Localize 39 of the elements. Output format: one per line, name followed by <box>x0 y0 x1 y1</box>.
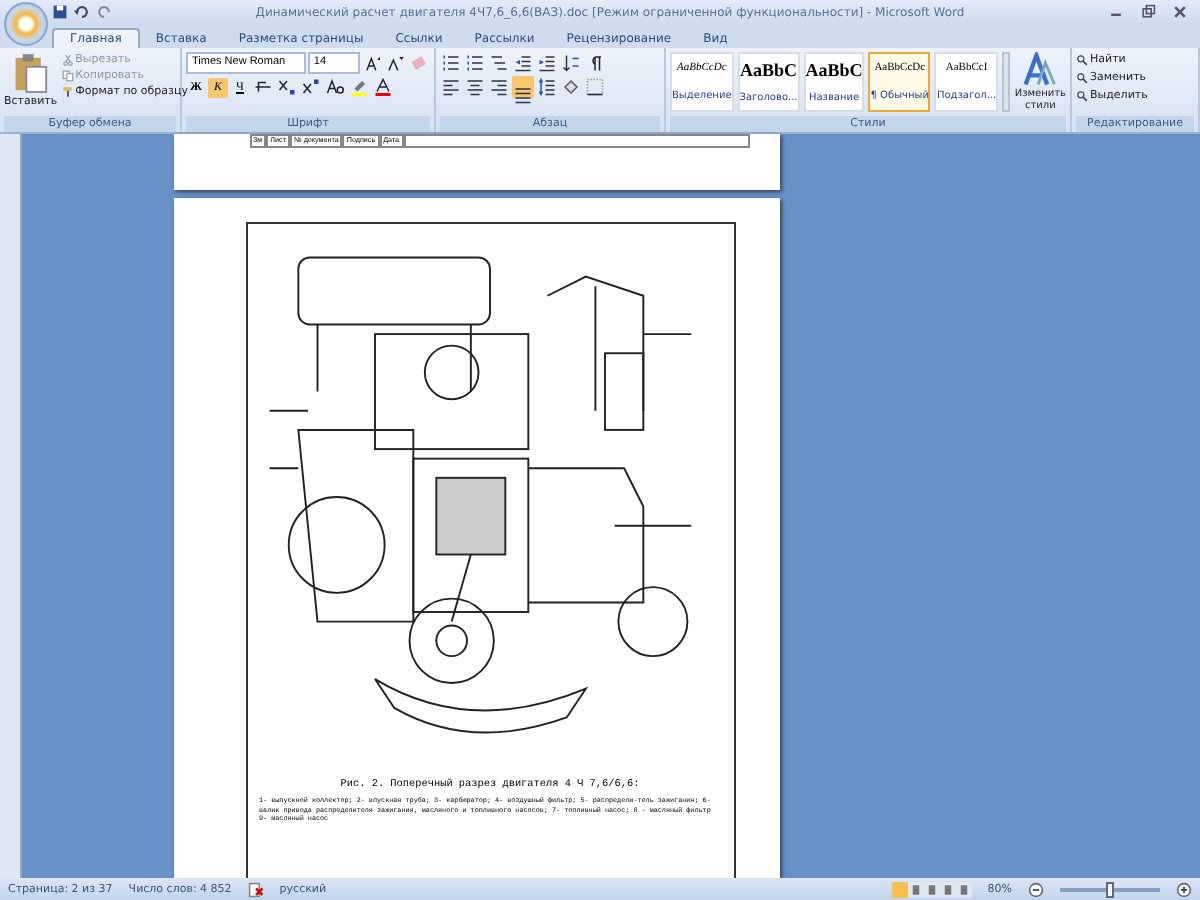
magnifier-icon <box>1076 72 1088 84</box>
borders-icon[interactable] <box>584 76 606 98</box>
restore-icon[interactable] <box>1140 4 1156 20</box>
subscript-icon[interactable] <box>276 76 298 98</box>
strikethrough-icon[interactable] <box>252 76 274 98</box>
change-case-icon[interactable] <box>324 76 346 98</box>
zoom-in-icon[interactable] <box>1176 881 1192 897</box>
clipboard-icon <box>12 52 49 96</box>
align-right-icon[interactable] <box>488 76 510 98</box>
magnifier-icon <box>1076 54 1088 66</box>
superscript-icon[interactable] <box>300 76 322 98</box>
copy-icon <box>61 70 74 82</box>
align-center-icon[interactable] <box>464 76 486 98</box>
highlighter-icon[interactable] <box>348 76 370 98</box>
line-spacing-icon[interactable] <box>536 76 558 98</box>
shrink-font-icon[interactable] <box>384 52 407 74</box>
multilevel-list-icon[interactable] <box>488 52 510 74</box>
align-left-icon[interactable] <box>440 76 462 98</box>
view-buttons-icon[interactable] <box>891 881 972 897</box>
bullets-icon[interactable] <box>440 52 462 74</box>
styles-scrollbar[interactable] <box>1002 52 1011 112</box>
shading-icon[interactable] <box>560 76 582 98</box>
brush-icon <box>61 86 74 98</box>
scissors-icon <box>61 54 74 66</box>
magnifier-icon <box>1076 90 1088 102</box>
letter-a-icon <box>1020 52 1061 88</box>
font-color-icon[interactable] <box>372 76 394 98</box>
undo-icon[interactable] <box>74 4 90 20</box>
sort-icon[interactable] <box>560 52 582 74</box>
zoom-slider-thumb[interactable] <box>1106 881 1114 897</box>
justify-button[interactable] <box>512 76 534 98</box>
increase-indent-icon[interactable] <box>536 52 558 74</box>
proofing-error-icon[interactable] <box>247 881 264 897</box>
decrease-indent-icon[interactable] <box>512 52 534 74</box>
redo-icon[interactable] <box>96 4 112 20</box>
zoom-out-icon[interactable] <box>1028 881 1044 897</box>
save-icon[interactable] <box>52 4 68 20</box>
numbering-icon[interactable] <box>464 52 486 74</box>
close-icon[interactable] <box>1172 4 1188 20</box>
